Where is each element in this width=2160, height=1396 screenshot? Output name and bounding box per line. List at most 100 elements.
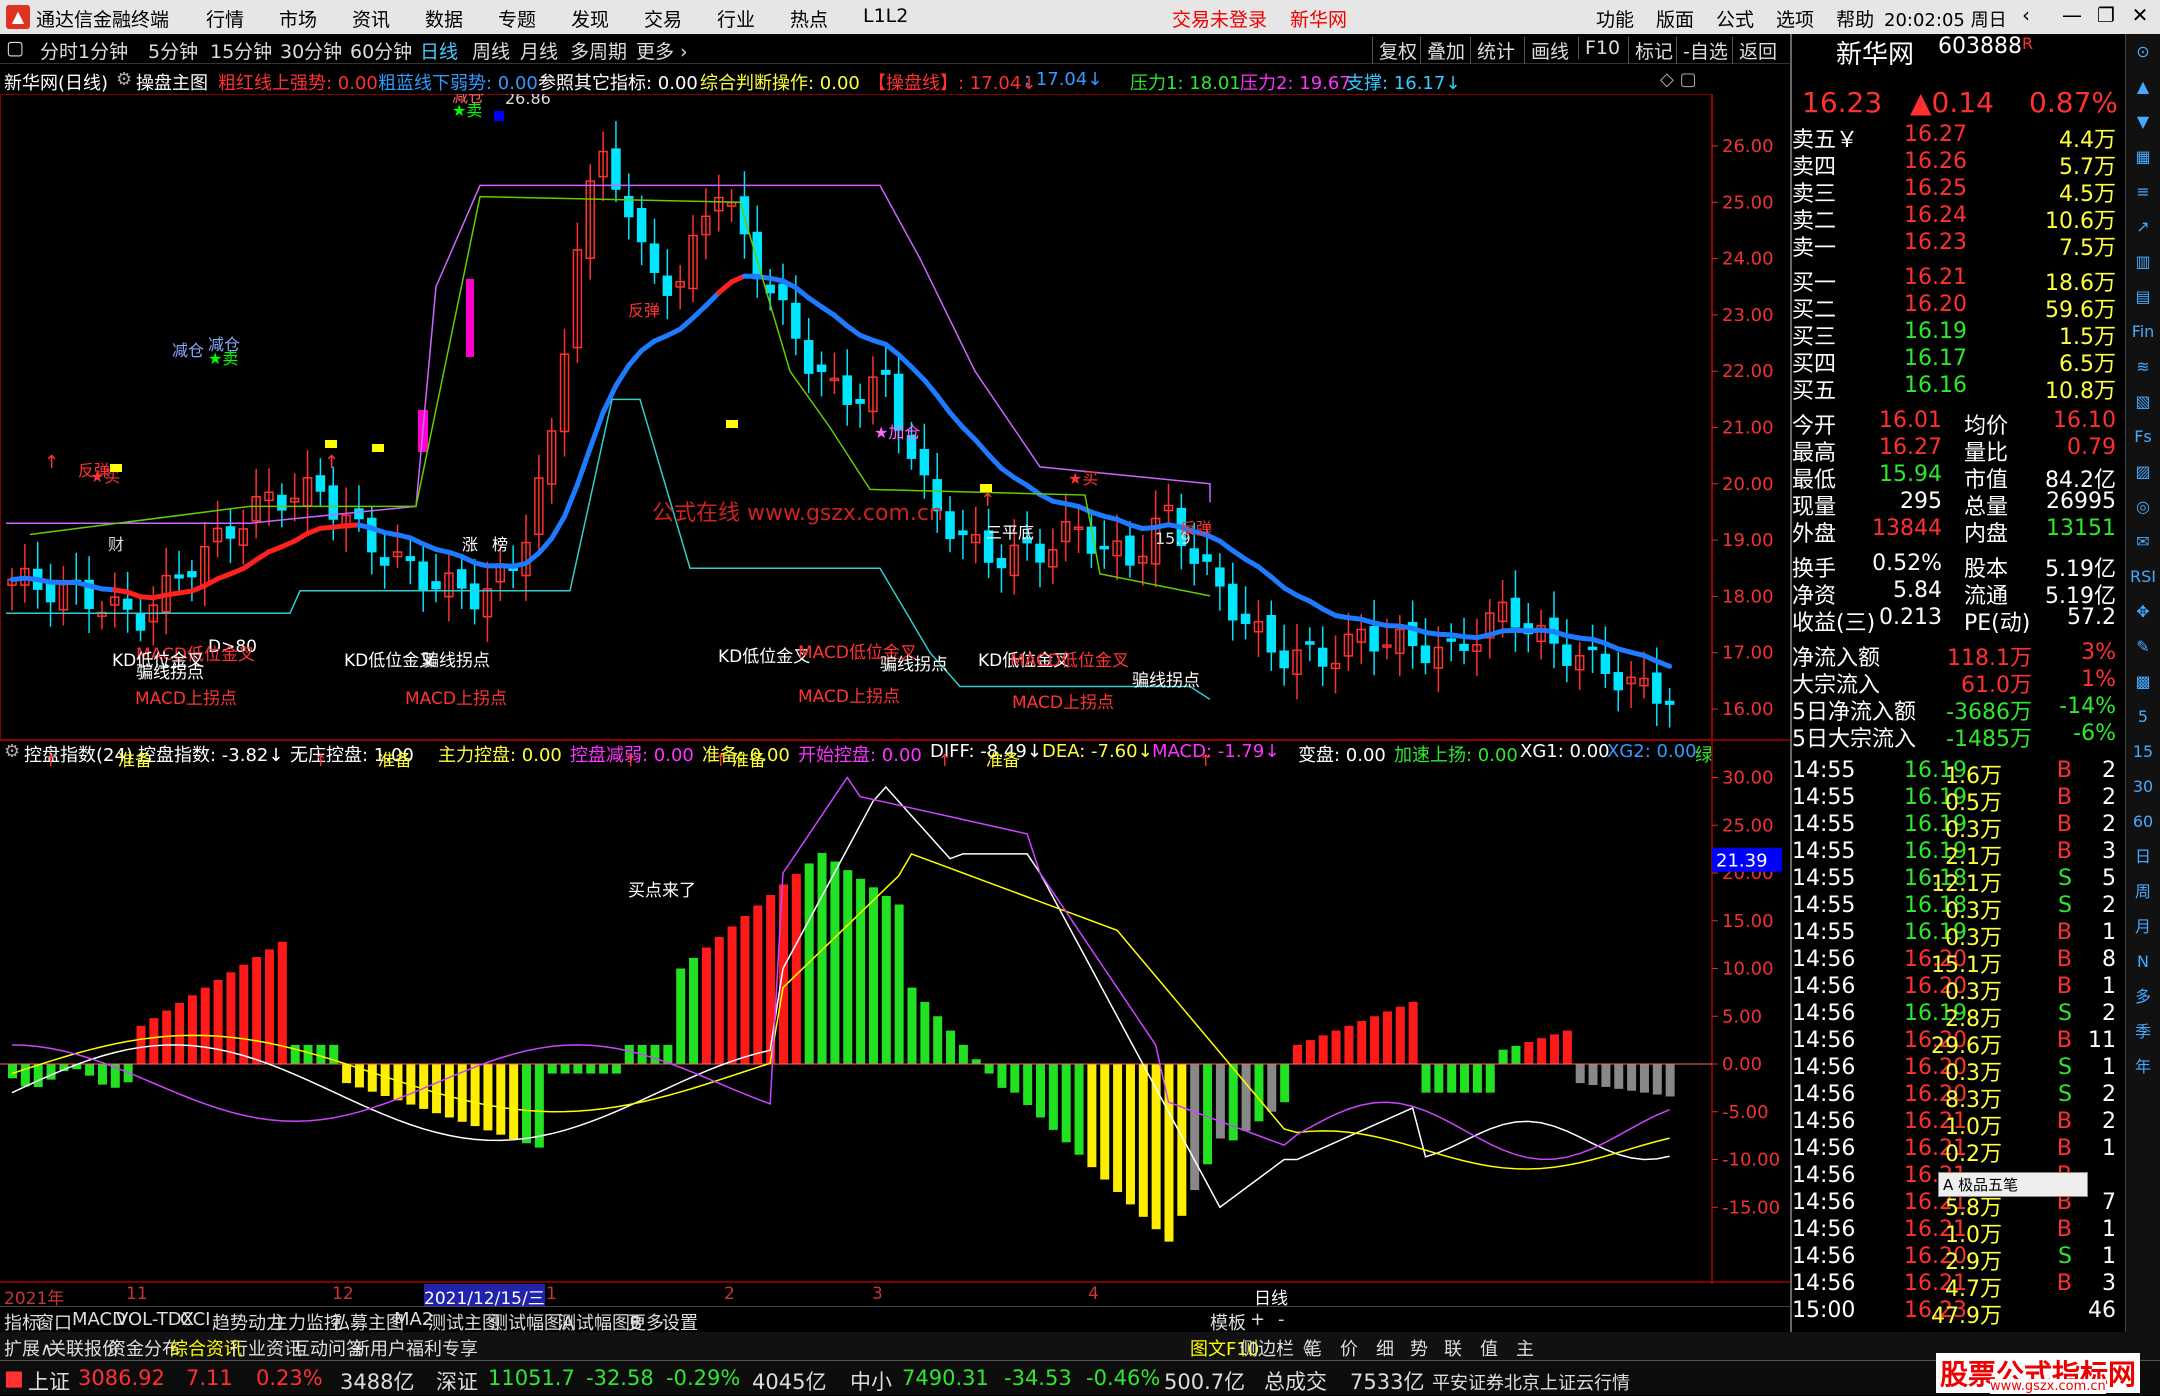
right-menu-item-3[interactable]: 选项 xyxy=(1776,5,1814,32)
period-item-3[interactable]: 15分钟 xyxy=(210,37,272,64)
side-tool-icon-27[interactable]: 多 xyxy=(2126,979,2160,1014)
side-tool-icon-20[interactable]: 15 xyxy=(2126,734,2160,769)
side-tool-icon-3[interactable]: ▦ xyxy=(2126,139,2160,174)
side-tool-icon-18[interactable]: ▩ xyxy=(2126,664,2160,699)
right-menu-item-4[interactable]: 帮助 xyxy=(1836,5,1874,32)
side-tool-icon-21[interactable]: 30 xyxy=(2126,769,2160,804)
tick-time: 14:55 xyxy=(1792,866,1855,891)
back-icon[interactable]: ‹ xyxy=(2008,3,2044,27)
right-menu-item-0[interactable]: 功能 xyxy=(1596,5,1634,32)
side-tool-icon-8[interactable]: Fin xyxy=(2126,314,2160,349)
info-tab-14[interactable]: 值 xyxy=(1480,1335,1498,1361)
info-tab-13[interactable]: 联 xyxy=(1444,1335,1462,1361)
indicator-tab-15[interactable]: + xyxy=(1250,1309,1265,1330)
side-tool-icon-15[interactable]: RSI xyxy=(2126,559,2160,594)
side-tool-icon-17[interactable]: ✎ xyxy=(2126,629,2160,664)
period-menu-icon[interactable]: ▢ xyxy=(6,37,24,59)
side-tool-icon-11[interactable]: Fs xyxy=(2126,419,2160,454)
info-tab-10[interactable]: 价 xyxy=(1340,1335,1358,1361)
side-tool-icon-16[interactable]: ✥ xyxy=(2126,594,2160,629)
side-tool-icon-26[interactable]: N xyxy=(2126,944,2160,979)
menu-item-2[interactable]: 资讯 xyxy=(352,5,425,32)
side-tool-icon-9[interactable]: ≋ xyxy=(2126,349,2160,384)
menu-item-8[interactable]: 热点 xyxy=(790,5,863,32)
menu-item-9[interactable]: L1L2 xyxy=(863,5,936,32)
right-menu-item-2[interactable]: 公式 xyxy=(1716,5,1754,32)
toolbar-button-6[interactable]: -自选 xyxy=(1676,37,1728,64)
side-tool-icon-6[interactable]: ▥ xyxy=(2126,244,2160,279)
info-tab-9[interactable]: 笔 xyxy=(1304,1335,1322,1361)
side-tool-icon-5[interactable]: ↗ xyxy=(2126,209,2160,244)
side-tool-icon-0[interactable]: ⊙ xyxy=(2126,34,2160,69)
menu-item-0[interactable]: 行情 xyxy=(206,5,279,32)
sz-label[interactable]: 深证 xyxy=(436,1366,478,1396)
formula-name[interactable]: 操盘主图 xyxy=(136,69,208,95)
side-tool-icon-28[interactable]: 季 xyxy=(2126,1014,2160,1049)
period-item-9[interactable]: 多周期 xyxy=(570,37,627,64)
side-tool-icon-14[interactable]: ✉ xyxy=(2126,524,2160,559)
info-tab-12[interactable]: 势 xyxy=(1410,1335,1428,1361)
zx-label[interactable]: 中小 xyxy=(850,1366,892,1396)
ime-popup[interactable]: A 极品五笔 xyxy=(1938,1172,2088,1197)
menu-item-4[interactable]: 专题 xyxy=(498,5,571,32)
side-tool-icon-1[interactable]: ▲ xyxy=(2126,69,2160,104)
side-tool-icon-2[interactable]: ▼ xyxy=(2126,104,2160,139)
period-item-7[interactable]: 周线 xyxy=(472,37,510,64)
toolbar-button-5[interactable]: 标记 xyxy=(1628,37,1673,64)
toolbar-button-3[interactable]: 画线 xyxy=(1524,37,1569,64)
side-tool-icon-13[interactable]: ◎ xyxy=(2126,489,2160,524)
toolbar-button-1[interactable]: 叠加 xyxy=(1420,37,1465,64)
hist-bar xyxy=(1087,1064,1096,1167)
trade-status[interactable]: 交易未登录 xyxy=(1172,5,1267,32)
right-menu-item-1[interactable]: 版面 xyxy=(1656,5,1694,32)
toolbar-button-7[interactable]: 返回 xyxy=(1732,37,1777,64)
candle-body xyxy=(882,371,890,374)
indicator-tab-4[interactable]: CCI xyxy=(180,1309,210,1330)
info-tab-8[interactable]: 侧边栏《 xyxy=(1240,1335,1312,1361)
minimize-icon[interactable]: — xyxy=(2054,3,2090,27)
side-tool-icon-4[interactable]: ≡ xyxy=(2126,174,2160,209)
period-item-0[interactable]: 分时 xyxy=(40,37,78,64)
toolbar-button-4[interactable]: F10 xyxy=(1578,37,1620,59)
hist-bar xyxy=(1139,1064,1148,1217)
menu-item-3[interactable]: 数据 xyxy=(425,5,498,32)
sh-label[interactable]: 上证 xyxy=(28,1366,70,1396)
info-tab-6[interactable]: 新用户福利专享 xyxy=(352,1335,478,1361)
menu-item-6[interactable]: 交易 xyxy=(644,5,717,32)
info-tab-0[interactable]: 扩展∧ xyxy=(4,1335,53,1361)
tick-side: B xyxy=(2057,1271,2072,1296)
period-item-8[interactable]: 月线 xyxy=(520,37,558,64)
indicator-tab-16[interactable]: - xyxy=(1278,1309,1285,1330)
side-tool-icon-25[interactable]: 月 xyxy=(2126,909,2160,944)
period-item-2[interactable]: 5分钟 xyxy=(148,37,198,64)
gear-icon[interactable]: ⚙ xyxy=(116,69,132,90)
toolbar-button-0[interactable]: 复权 xyxy=(1372,37,1417,64)
ask-price: 16.23 xyxy=(1904,230,1967,255)
menu-item-7[interactable]: 行业 xyxy=(717,5,790,32)
period-item-1[interactable]: 1分钟 xyxy=(78,37,128,64)
kline-chart[interactable]: 26.0025.0024.0023.0022.0021.0020.0019.00… xyxy=(0,94,1790,1284)
menu-item-1[interactable]: 市场 xyxy=(279,5,352,32)
restore-icon[interactable]: ❐ xyxy=(2088,3,2124,27)
toolbar-button-2[interactable]: 统计 xyxy=(1470,37,1515,64)
period-item-4[interactable]: 30分钟 xyxy=(280,37,342,64)
server-name[interactable]: 平安证券北京上证云行情 xyxy=(1432,1369,1630,1395)
menu-item-5[interactable]: 发现 xyxy=(571,5,644,32)
side-tool-icon-10[interactable]: ▧ xyxy=(2126,384,2160,419)
side-tool-icon-22[interactable]: 60 xyxy=(2126,804,2160,839)
ask-row-0: 卖五￥16.274.4万 xyxy=(1792,122,2122,149)
info-tab-11[interactable]: 细 xyxy=(1376,1335,1394,1361)
side-tool-icon-29[interactable]: 年 xyxy=(2126,1049,2160,1084)
side-tool-icon-12[interactable]: ▨ xyxy=(2126,454,2160,489)
period-item-5[interactable]: 60分钟 xyxy=(350,37,412,64)
side-tool-icon-19[interactable]: 5 xyxy=(2126,699,2160,734)
side-tool-icon-23[interactable]: 日 xyxy=(2126,839,2160,874)
side-tool-icon-7[interactable]: ▤ xyxy=(2126,279,2160,314)
side-tool-icon-24[interactable]: 周 xyxy=(2126,874,2160,909)
chart-diamond-icon[interactable]: ◇ ▢ xyxy=(1660,69,1697,90)
info-tab-15[interactable]: 主 xyxy=(1516,1335,1534,1361)
period-item-10[interactable]: 更多 › xyxy=(636,37,688,64)
flow-row-2: 5日净流入额-3686万-14% xyxy=(1792,694,2122,721)
period-item-6[interactable]: 日线 xyxy=(420,37,458,64)
close-icon[interactable]: ✕ xyxy=(2122,3,2158,27)
